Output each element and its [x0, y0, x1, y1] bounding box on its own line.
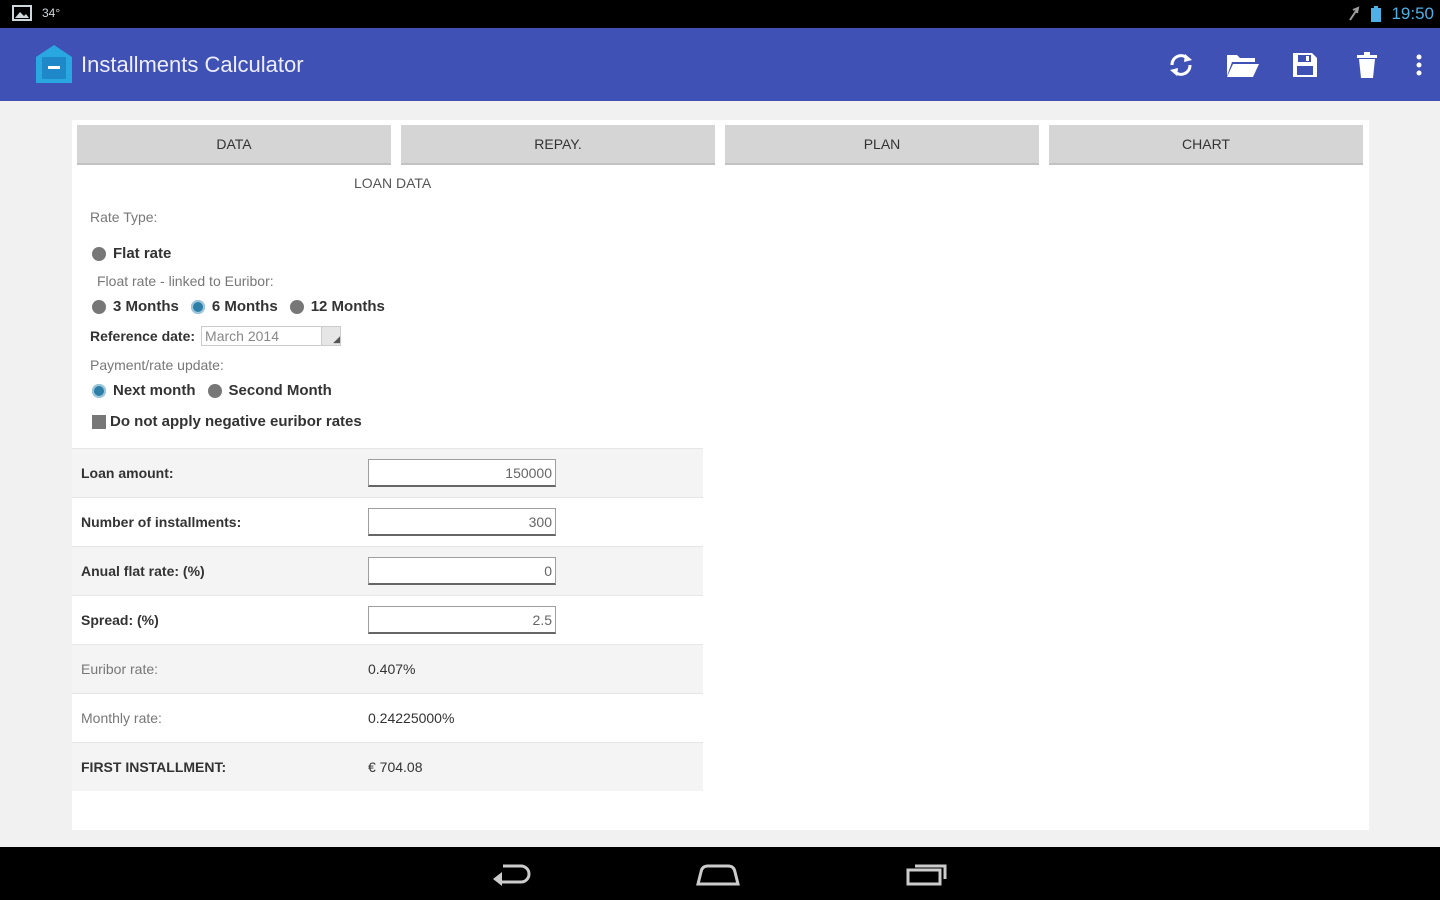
spread-row: Spread: (%) [72, 595, 703, 644]
float-option-6-months[interactable]: 6 Months [190, 298, 278, 315]
flat-rate-radio[interactable] [92, 246, 106, 261]
radio-6-months[interactable] [190, 299, 205, 314]
flat-rate-field-label: Anual flat rate: (%) [81, 563, 205, 579]
reference-date-select[interactable]: March 2014 ◢ [201, 326, 342, 346]
location-icon [1349, 6, 1360, 21]
dropdown-corner-icon: ◢ [321, 327, 341, 345]
tab-bar: DATA REPAY. PLAN CHART [77, 125, 1363, 165]
recents-icon [906, 864, 947, 886]
flat-rate-label: Flat rate [113, 245, 172, 262]
tab-chart[interactable]: CHART [1049, 125, 1363, 165]
payment-update-label: Payment/rate update: [90, 357, 224, 373]
status-right: 19:50 [1347, 4, 1434, 24]
payment-option-next-month[interactable]: Next month [92, 382, 196, 399]
payment-update-options: Next month Second Month [92, 382, 344, 399]
save-button[interactable] [1274, 28, 1336, 101]
float-option-12-months[interactable]: 12 Months [289, 298, 385, 315]
flat-rate-row: Anual flat rate: (%) [72, 546, 703, 595]
first-installment-label: FIRST INSTALLMENT: [81, 759, 227, 775]
clock: 19:50 [1391, 4, 1434, 23]
recents-button[interactable] [897, 859, 957, 889]
label-6-months: 6 Months [211, 298, 278, 315]
refresh-button[interactable] [1150, 28, 1212, 101]
negative-euribor-checkbox[interactable] [92, 414, 106, 429]
temperature-text: 34° [42, 6, 61, 20]
negative-euribor-option[interactable]: Do not apply negative euribor rates [92, 413, 362, 430]
flat-rate-input[interactable] [368, 557, 556, 585]
tab-plan[interactable]: PLAN [725, 125, 1039, 165]
status-bar: 34° 19:50 [0, 0, 1440, 28]
spread-input[interactable] [368, 606, 556, 634]
euribor-row: Euribor rate: 0.407% [72, 644, 703, 693]
payment-option-second-month[interactable]: Second Month [207, 382, 332, 399]
navigation-bar [0, 847, 1440, 900]
monthly-rate-label: Monthly rate: [81, 710, 162, 726]
flat-rate-option[interactable]: Flat rate [92, 245, 171, 262]
float-rate-label: Float rate - linked to Euribor: [97, 273, 274, 289]
rate-type-label: Rate Type: [90, 209, 158, 225]
back-button[interactable] [482, 859, 542, 889]
label-next-month: Next month [113, 382, 196, 399]
reference-date-row: Reference date: March 2014 ◢ [90, 326, 342, 346]
app-bar: Installments Calculator [0, 28, 1440, 101]
tab-data[interactable]: DATA [77, 125, 391, 165]
home-button[interactable] [688, 859, 748, 889]
save-icon [1293, 52, 1317, 77]
label-3-months: 3 Months [113, 298, 179, 315]
installments-label: Number of installments: [81, 514, 242, 530]
monthly-rate-row: Monthly rate: 0.24225000% [72, 693, 703, 742]
spread-label: Spread: (%) [81, 612, 159, 628]
radio-12-months[interactable] [289, 299, 304, 314]
status-left: 34° [12, 5, 60, 21]
first-installment-row: FIRST INSTALLMENT: € 704.08 [72, 742, 703, 791]
radio-3-months[interactable] [92, 299, 106, 314]
monthly-rate-value: 0.24225000% [368, 710, 455, 726]
overflow-menu-icon [1416, 54, 1422, 75]
back-icon [493, 864, 531, 886]
toolbar-actions [1150, 28, 1440, 101]
installments-input[interactable] [368, 508, 556, 536]
open-button[interactable] [1212, 28, 1274, 101]
loan-table: Loan amount: Number of installments: Anu… [72, 448, 703, 791]
delete-button[interactable] [1336, 28, 1398, 101]
loan-amount-label: Loan amount: [81, 465, 174, 481]
first-installment-value: € 704.08 [368, 759, 423, 775]
installments-row: Number of installments: [72, 497, 703, 546]
euribor-value: 0.407% [368, 661, 416, 677]
tab-repay[interactable]: REPAY. [401, 125, 715, 165]
reference-date-label: Reference date: [90, 328, 196, 344]
euribor-label: Euribor rate: [81, 661, 159, 677]
reference-date-value: March 2014 [205, 328, 279, 344]
label-second-month: Second Month [228, 382, 332, 399]
float-rate-options: 3 Months 6 Months 12 Months [92, 298, 397, 315]
radio-second-month[interactable] [207, 383, 222, 398]
radio-next-month[interactable] [92, 383, 106, 398]
label-12-months: 12 Months [310, 298, 385, 315]
battery-icon [1371, 6, 1382, 22]
delete-icon [1357, 51, 1377, 78]
negative-euribor-label: Do not apply negative euribor rates [110, 413, 362, 430]
section-title: LOAN DATA [354, 175, 432, 191]
float-option-3-months[interactable]: 3 Months [92, 298, 179, 315]
refresh-icon [1170, 53, 1192, 76]
loan-amount-row: Loan amount: [72, 448, 703, 497]
overflow-menu-button[interactable] [1398, 28, 1440, 101]
app-logo-icon [36, 45, 72, 83]
app-title: Installments Calculator [81, 52, 304, 77]
folder-open-icon [1227, 54, 1259, 77]
loan-amount-input[interactable] [368, 459, 556, 487]
home-icon [696, 864, 740, 886]
gallery-notification-icon [12, 5, 32, 21]
